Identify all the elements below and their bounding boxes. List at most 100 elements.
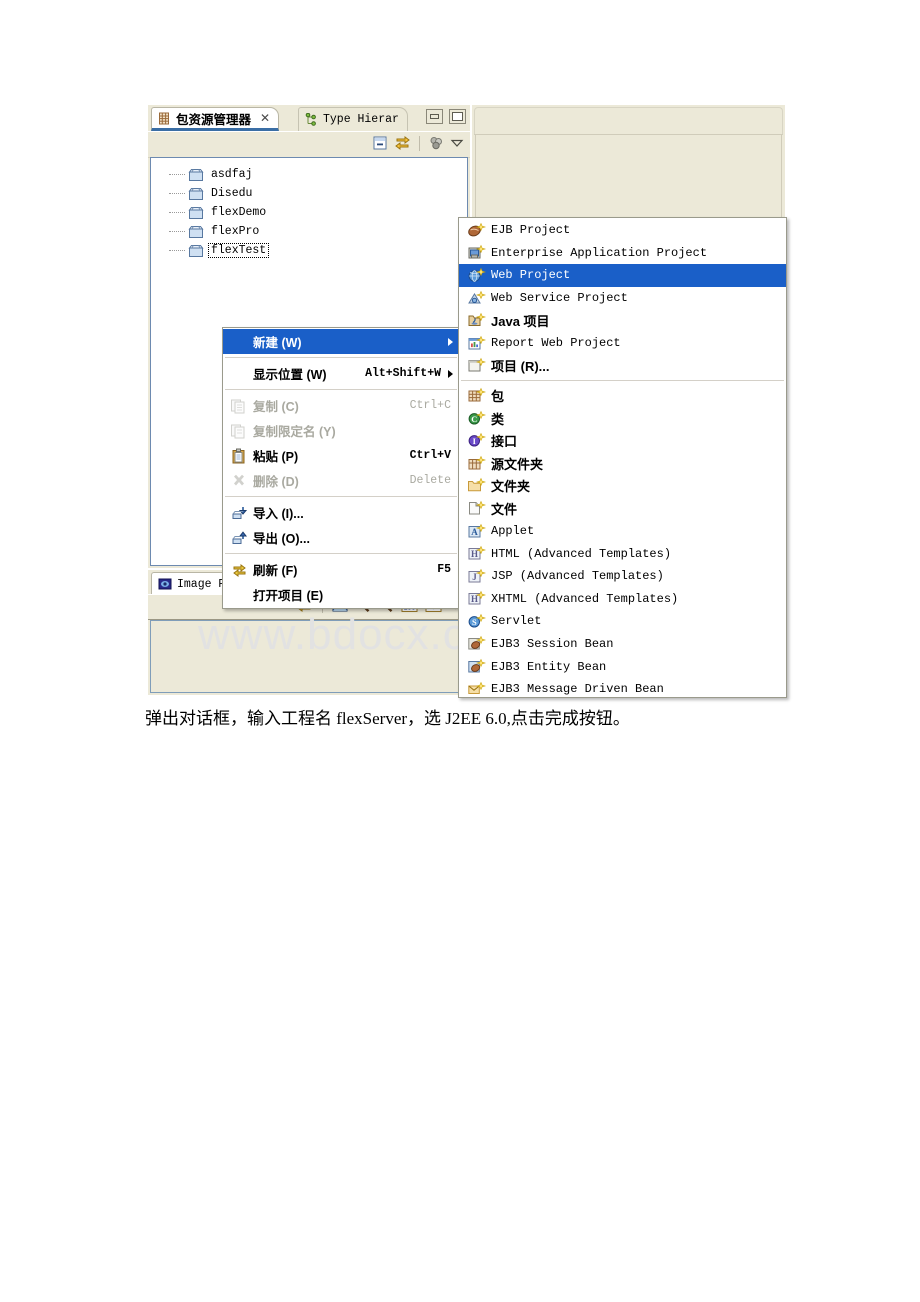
- ejb-project-icon: [466, 221, 486, 239]
- new-submenu[interactable]: EJB Project Enterprise Application Projec…: [458, 217, 787, 698]
- tree-connector: [169, 230, 185, 233]
- svg-text:I: I: [472, 437, 475, 446]
- tree-item-label: flexDemo: [211, 206, 267, 219]
- submenu-item[interactable]: EJB3 Entity Bean: [459, 655, 786, 678]
- submenu-item[interactable]: EJB3 Message Driven Bean: [459, 678, 786, 697]
- submenu-item[interactable]: Enterprise Application Project: [459, 242, 786, 265]
- editor-tabrow: [474, 107, 783, 135]
- package-icon: [187, 186, 204, 201]
- tree-item-asdfaj[interactable]: asdfaj: [169, 165, 467, 184]
- context-menu-item[interactable]: 新建 (W): [223, 329, 459, 354]
- tree-item-flexpro[interactable]: flexPro: [169, 222, 467, 241]
- tree-item-flextest[interactable]: flexTest: [169, 241, 467, 260]
- package-icon: [187, 243, 204, 258]
- submenu-item[interactable]: 源文件夹: [459, 452, 786, 475]
- submenu-item-label: EJB Project: [491, 223, 571, 238]
- maximize-button[interactable]: [449, 109, 466, 124]
- tree-item-flexdemo[interactable]: flexDemo: [169, 203, 467, 222]
- tab-label: Type Hierar: [323, 113, 399, 126]
- tree-item-label: asdfaj: [211, 168, 253, 181]
- context-menu-item-label: 打开项目 (E): [253, 589, 324, 603]
- submenu-item[interactable]: H XHTML (Advanced Templates): [459, 588, 786, 611]
- interface-new-icon: I: [466, 432, 486, 450]
- minimize-button[interactable]: [426, 109, 443, 124]
- export-icon: [229, 529, 249, 547]
- image-preview-icon: [158, 577, 172, 591]
- submenu-item-label: Java 项目: [491, 314, 550, 330]
- toolbar-separator: [419, 135, 420, 151]
- submenu-item[interactable]: J JSP (Advanced Templates): [459, 565, 786, 588]
- context-menu-item[interactable]: 粘贴 (P) Ctrl+V: [223, 443, 459, 468]
- refresh-icon: [229, 561, 249, 579]
- submenu-item[interactable]: EJB Project: [459, 219, 786, 242]
- context-menu-item-shortcut: F5: [437, 563, 451, 576]
- submenu-item[interactable]: I 接口: [459, 429, 786, 452]
- submenu-item[interactable]: S Servlet: [459, 610, 786, 633]
- submenu-item-label: EJB3 Entity Bean: [491, 659, 607, 674]
- context-menu-item[interactable]: 刷新 (F) F5: [223, 557, 459, 582]
- ejb3-message-driven-bean-icon: [466, 680, 486, 697]
- submenu-item-label: Web Service Project: [491, 291, 628, 306]
- view-filters-icon[interactable]: [428, 135, 444, 151]
- tab-type-hierarchy[interactable]: Type Hierar: [298, 107, 408, 131]
- submenu-item[interactable]: Web Project: [459, 264, 786, 287]
- context-menu-item[interactable]: 导出 (O)...: [223, 525, 459, 550]
- link-with-editor-icon[interactable]: [394, 135, 411, 151]
- submenu-item-label: 接口: [491, 434, 518, 450]
- menu-separator: [225, 389, 457, 390]
- ejb3-entity-bean-icon: [466, 658, 486, 676]
- context-menu-item-label: 删除 (D): [253, 475, 299, 489]
- submenu-item[interactable]: 项目 (R)...: [459, 355, 786, 378]
- submenu-item-label: 项目 (R)...: [491, 359, 550, 375]
- no-icon: [229, 586, 249, 604]
- submenu-item-label: JSP (Advanced Templates): [491, 569, 664, 584]
- submenu-item[interactable]: A Applet: [459, 520, 786, 543]
- submenu-item-label: 源文件夹: [491, 456, 544, 472]
- context-menu-item-label: 新建 (W): [253, 336, 302, 350]
- no-icon: [229, 333, 249, 351]
- submenu-item-label: Enterprise Application Project: [491, 245, 708, 260]
- context-menu-item: 复制 (C) Ctrl+C: [223, 393, 459, 418]
- svg-text:H: H: [470, 594, 477, 604]
- svg-text:C: C: [471, 415, 477, 424]
- context-menu-item[interactable]: 打开项目 (E): [223, 582, 459, 607]
- submenu-item[interactable]: EJB3 Session Bean: [459, 633, 786, 656]
- eclipse-screenshot: 包资源管理器 ✕ Type Hierar asdfaj Disedu flexD…: [148, 105, 787, 698]
- view-toolbar: [148, 131, 470, 158]
- menu-separator: [225, 357, 457, 358]
- applet-icon: A: [466, 522, 486, 540]
- web-project-icon: [466, 266, 486, 284]
- submenu-item[interactable]: Report Web Project: [459, 332, 786, 355]
- tab-label: 包资源管理器: [176, 112, 252, 127]
- menu-separator: [225, 553, 457, 554]
- submenu-separator: [461, 380, 784, 382]
- submenu-item[interactable]: Java 项目: [459, 309, 786, 332]
- close-icon[interactable]: ✕: [260, 111, 270, 125]
- delete-icon: [229, 472, 249, 490]
- servlet-icon: S: [466, 612, 486, 630]
- import-icon: [229, 504, 249, 522]
- submenu-item-label: Report Web Project: [491, 336, 621, 351]
- tab-package-explorer[interactable]: 包资源管理器 ✕: [151, 107, 280, 131]
- context-menu-item-shortcut: Delete: [409, 474, 451, 487]
- submenu-item-label: 类: [491, 411, 505, 427]
- submenu-item[interactable]: C类: [459, 407, 786, 430]
- page-root: 包资源管理器 ✕ Type Hierar asdfaj Disedu flexD…: [0, 0, 920, 1302]
- context-menu-item-shortcut: Ctrl+C: [409, 399, 451, 412]
- submenu-item[interactable]: Web Service Project: [459, 287, 786, 310]
- submenu-item-label: EJB3 Session Bean: [491, 636, 614, 651]
- type-hierarchy-icon: [305, 113, 318, 126]
- submenu-item[interactable]: H HTML (Advanced Templates): [459, 542, 786, 565]
- context-menu[interactable]: 新建 (W) 显示位置 (W) Alt+Shift+W 复制 (C) Ctrl+C 复制限…: [222, 327, 460, 609]
- context-menu-item[interactable]: 导入 (I)...: [223, 500, 459, 525]
- view-menu-icon[interactable]: [450, 136, 464, 150]
- submenu-item[interactable]: 文件夹: [459, 475, 786, 498]
- context-menu-item[interactable]: 显示位置 (W) Alt+Shift+W: [223, 361, 459, 386]
- tree-rows: asdfaj Disedu flexDemo flexPro flexTest: [151, 158, 467, 260]
- collapse-all-icon[interactable]: [372, 135, 388, 151]
- svg-text:A: A: [471, 527, 478, 537]
- tree-item-disedu[interactable]: Disedu: [169, 184, 467, 203]
- view-tabrow: 包资源管理器 ✕ Type Hierar: [148, 105, 470, 131]
- submenu-item[interactable]: 文件: [459, 497, 786, 520]
- submenu-item[interactable]: 包: [459, 384, 786, 407]
